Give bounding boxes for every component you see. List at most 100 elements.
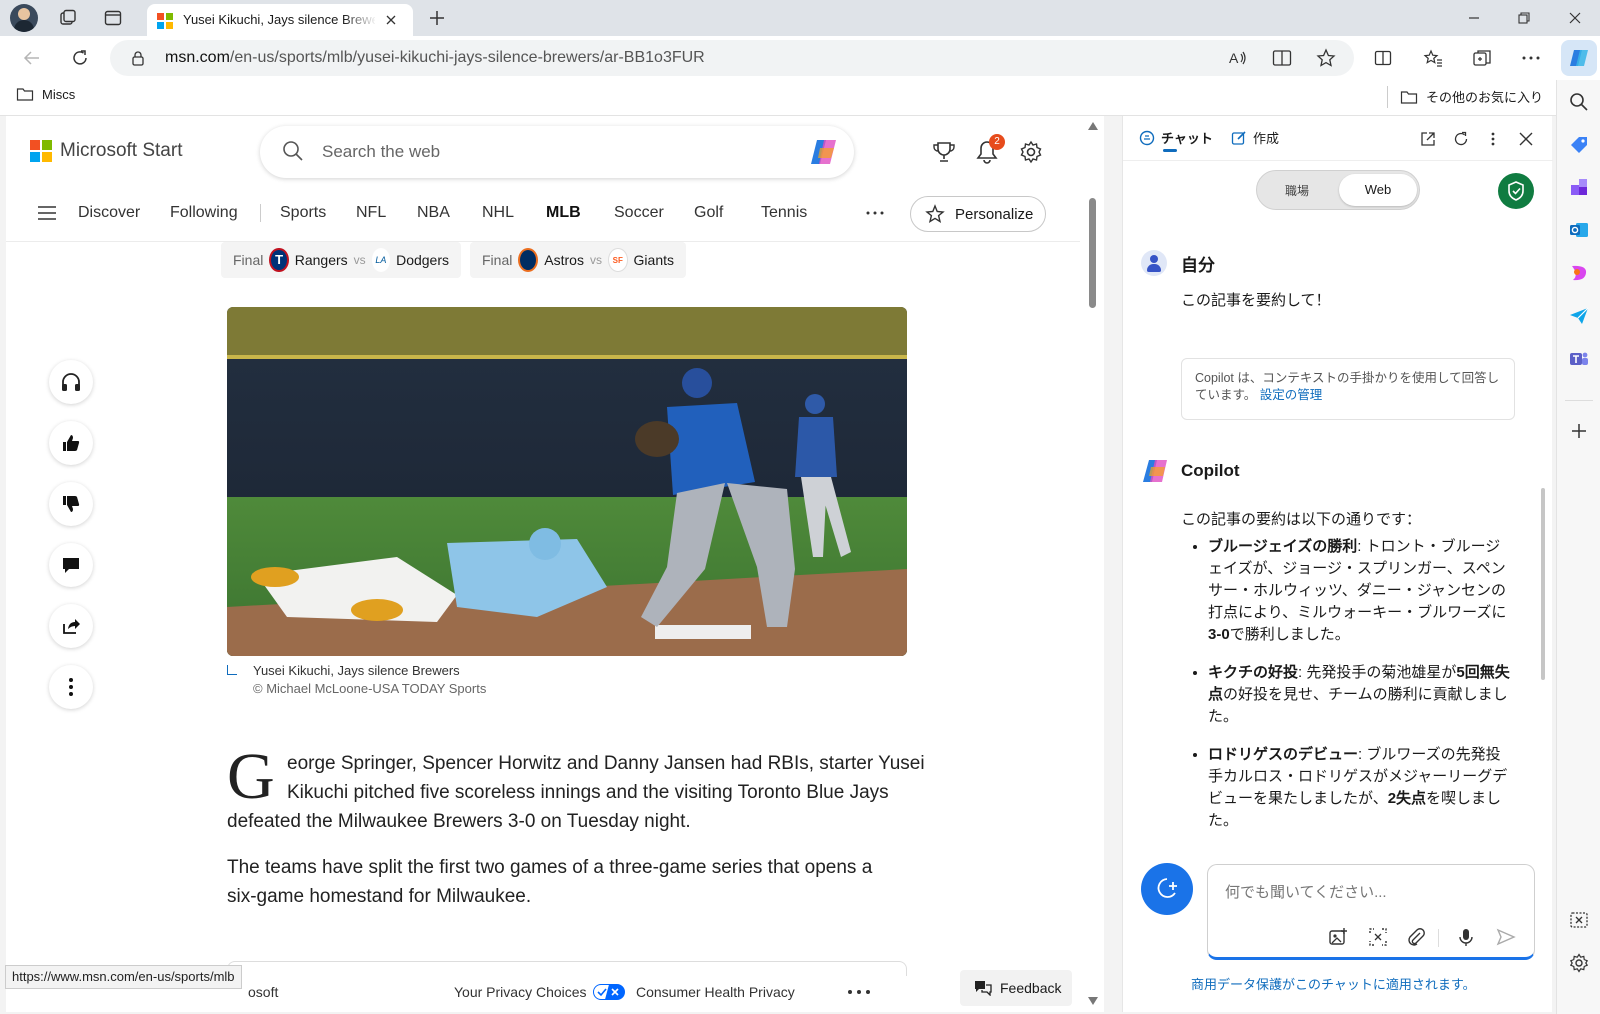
other-favorites[interactable]: その他のお気に入り bbox=[1400, 87, 1543, 106]
shopping-tag-icon[interactable] bbox=[1569, 135, 1589, 155]
sidebar-search-icon[interactable] bbox=[1569, 92, 1589, 112]
nav-item-tennis[interactable]: Tennis bbox=[761, 204, 807, 222]
tab-compose[interactable]: 作成 bbox=[1231, 128, 1279, 147]
personalize-button[interactable]: Personalize bbox=[910, 196, 1046, 232]
work-web-toggle[interactable]: 職場 Web bbox=[1256, 170, 1420, 210]
hamburger-menu-icon[interactable] bbox=[36, 202, 58, 224]
scroll-thumb[interactable] bbox=[1089, 198, 1096, 308]
back-icon[interactable] bbox=[20, 46, 44, 70]
notification-badge: 2 bbox=[989, 134, 1005, 150]
privacy-toggle-icon bbox=[592, 984, 625, 1000]
toggle-web[interactable]: Web bbox=[1339, 174, 1417, 206]
active-tab[interactable]: Yusei Kikuchi, Jays silence Brewers bbox=[147, 4, 413, 36]
add-sidebar-app-icon[interactable] bbox=[1570, 422, 1588, 440]
collections-icon[interactable] bbox=[1470, 46, 1494, 70]
nav-item-sports[interactable]: Sports bbox=[280, 204, 326, 222]
copilot-close-icon[interactable] bbox=[1515, 128, 1537, 150]
microphone-icon[interactable] bbox=[1456, 927, 1476, 947]
address-bar[interactable]: msn.com/en-us/sports/mlb/yusei-kikuchi-j… bbox=[110, 40, 1354, 76]
new-tab-icon[interactable] bbox=[425, 6, 449, 30]
summary-item: ブルージェイズの勝利: トロント・ブルージェイズが、ジョージ・スプリンガー、スペ… bbox=[1208, 536, 1511, 646]
nav-item-nba[interactable]: NBA bbox=[417, 204, 450, 222]
consumer-health-link[interactable]: Consumer Health Privacy bbox=[636, 984, 795, 1000]
screenshot-icon[interactable] bbox=[1368, 927, 1388, 947]
copilot-toggle-icon[interactable] bbox=[1561, 40, 1597, 76]
nav-item-mlb[interactable]: MLB bbox=[546, 204, 581, 222]
vertical-tabs-icon[interactable] bbox=[101, 6, 125, 30]
favorites-bar: Miscs その他のお気に入り bbox=[0, 80, 1600, 116]
copilot-more-icon[interactable] bbox=[1482, 128, 1504, 150]
page-scrollbar[interactable] bbox=[1086, 120, 1100, 1008]
rewards-trophy-icon[interactable] bbox=[928, 136, 960, 168]
nav-more-icon[interactable] bbox=[864, 202, 886, 224]
sidebar-settings-icon[interactable] bbox=[1569, 953, 1589, 973]
restore-icon[interactable] bbox=[1512, 6, 1536, 30]
split-screen-icon[interactable] bbox=[1371, 46, 1395, 70]
minimize-icon[interactable] bbox=[1462, 6, 1486, 30]
window-close-icon[interactable] bbox=[1563, 6, 1587, 30]
giants-logo: SF bbox=[607, 248, 628, 272]
profile-avatar[interactable] bbox=[10, 4, 38, 32]
sparkle-star-icon bbox=[925, 204, 945, 223]
nav-item-golf[interactable]: Golf bbox=[694, 204, 723, 222]
chat-bubble-icon bbox=[1139, 130, 1155, 145]
read-aloud-icon[interactable]: A bbox=[1228, 49, 1248, 67]
toggle-work[interactable]: 職場 bbox=[1285, 182, 1309, 199]
attach-paperclip-icon[interactable] bbox=[1406, 927, 1426, 947]
web-search-box[interactable]: Search the web bbox=[260, 126, 854, 178]
refresh-icon[interactable] bbox=[68, 46, 92, 70]
nav-item-discover[interactable]: Discover bbox=[78, 204, 140, 222]
outlook-icon[interactable] bbox=[1569, 220, 1589, 240]
favorites-icon[interactable] bbox=[1421, 46, 1445, 70]
tab-chat-underline bbox=[1163, 149, 1177, 152]
manage-settings-link[interactable]: 設定の管理 bbox=[1260, 388, 1323, 402]
share-button[interactable] bbox=[49, 604, 93, 648]
score-card-rangers-dodgers[interactable]: Final T Rangers vs LA Dodgers bbox=[221, 242, 461, 278]
privacy-choices-link[interactable]: Your Privacy Choices bbox=[454, 984, 625, 1000]
fav-folder-miscs[interactable]: Miscs bbox=[16, 86, 75, 102]
chat-input-box[interactable]: 何でも聞いてください... bbox=[1207, 864, 1535, 960]
nav-item-following[interactable]: Following bbox=[170, 204, 238, 222]
protected-shield-icon[interactable] bbox=[1498, 173, 1534, 209]
nav-item-nfl[interactable]: NFL bbox=[356, 204, 386, 222]
close-tab-icon[interactable] bbox=[381, 10, 401, 30]
hide-sidebar-icon[interactable] bbox=[1569, 910, 1589, 930]
open-in-new-icon[interactable] bbox=[1417, 128, 1439, 150]
dislike-button[interactable] bbox=[49, 482, 93, 526]
scroll-up-arrow-icon bbox=[1088, 122, 1098, 130]
drop-send-icon[interactable] bbox=[1569, 306, 1589, 326]
new-topic-button[interactable] bbox=[1141, 863, 1193, 915]
add-image-icon[interactable] bbox=[1328, 927, 1348, 947]
listen-button[interactable] bbox=[49, 360, 93, 404]
games-icon[interactable] bbox=[1569, 177, 1589, 197]
immersive-reader-icon[interactable] bbox=[1272, 49, 1292, 67]
copilot-intro: この記事の要約は以下の通りです： bbox=[1181, 511, 1422, 528]
settings-gear-icon[interactable] bbox=[1015, 136, 1047, 168]
copilot-scrollbar[interactable] bbox=[1541, 488, 1545, 680]
comment-button[interactable] bbox=[49, 543, 93, 587]
url-text[interactable]: msn.com/en-us/sports/mlb/yusei-kikuchi-j… bbox=[165, 49, 705, 67]
microsoft-start-logo[interactable]: Microsoft Start bbox=[30, 140, 182, 162]
more-menu-icon[interactable] bbox=[1519, 46, 1543, 70]
workspaces-icon[interactable] bbox=[56, 6, 80, 30]
feedback-button[interactable]: Feedback bbox=[960, 970, 1072, 1006]
footer-more-icon[interactable] bbox=[848, 990, 870, 994]
designer-icon[interactable] bbox=[1569, 263, 1589, 283]
summary-list: ブルージェイズの勝利: トロント・ブルージェイズが、ジョージ・スプリンガー、スペ… bbox=[1205, 536, 1511, 848]
score-card-astros-giants[interactable]: Final Astros vs SF Giants bbox=[470, 242, 686, 278]
article-hero-image bbox=[227, 307, 907, 656]
send-icon[interactable] bbox=[1496, 927, 1516, 947]
edge-sidebar bbox=[1556, 80, 1600, 1014]
teams-icon[interactable] bbox=[1569, 349, 1589, 369]
site-info-icon[interactable] bbox=[130, 50, 146, 66]
favorite-star-icon[interactable] bbox=[1316, 48, 1336, 68]
nav-item-soccer[interactable]: Soccer bbox=[614, 204, 664, 222]
more-actions-button[interactable] bbox=[49, 665, 93, 709]
search-placeholder: Search the web bbox=[322, 142, 441, 161]
copilot-search-icon[interactable] bbox=[808, 138, 840, 166]
nav-item-nhl[interactable]: NHL bbox=[482, 204, 514, 222]
data-protection-link[interactable]: 商用データ保護がこのチャットに適用されます。 bbox=[1191, 974, 1476, 993]
refresh-chat-icon[interactable] bbox=[1450, 128, 1472, 150]
tab-chat[interactable]: チャット bbox=[1139, 128, 1213, 147]
like-button[interactable] bbox=[49, 421, 93, 465]
